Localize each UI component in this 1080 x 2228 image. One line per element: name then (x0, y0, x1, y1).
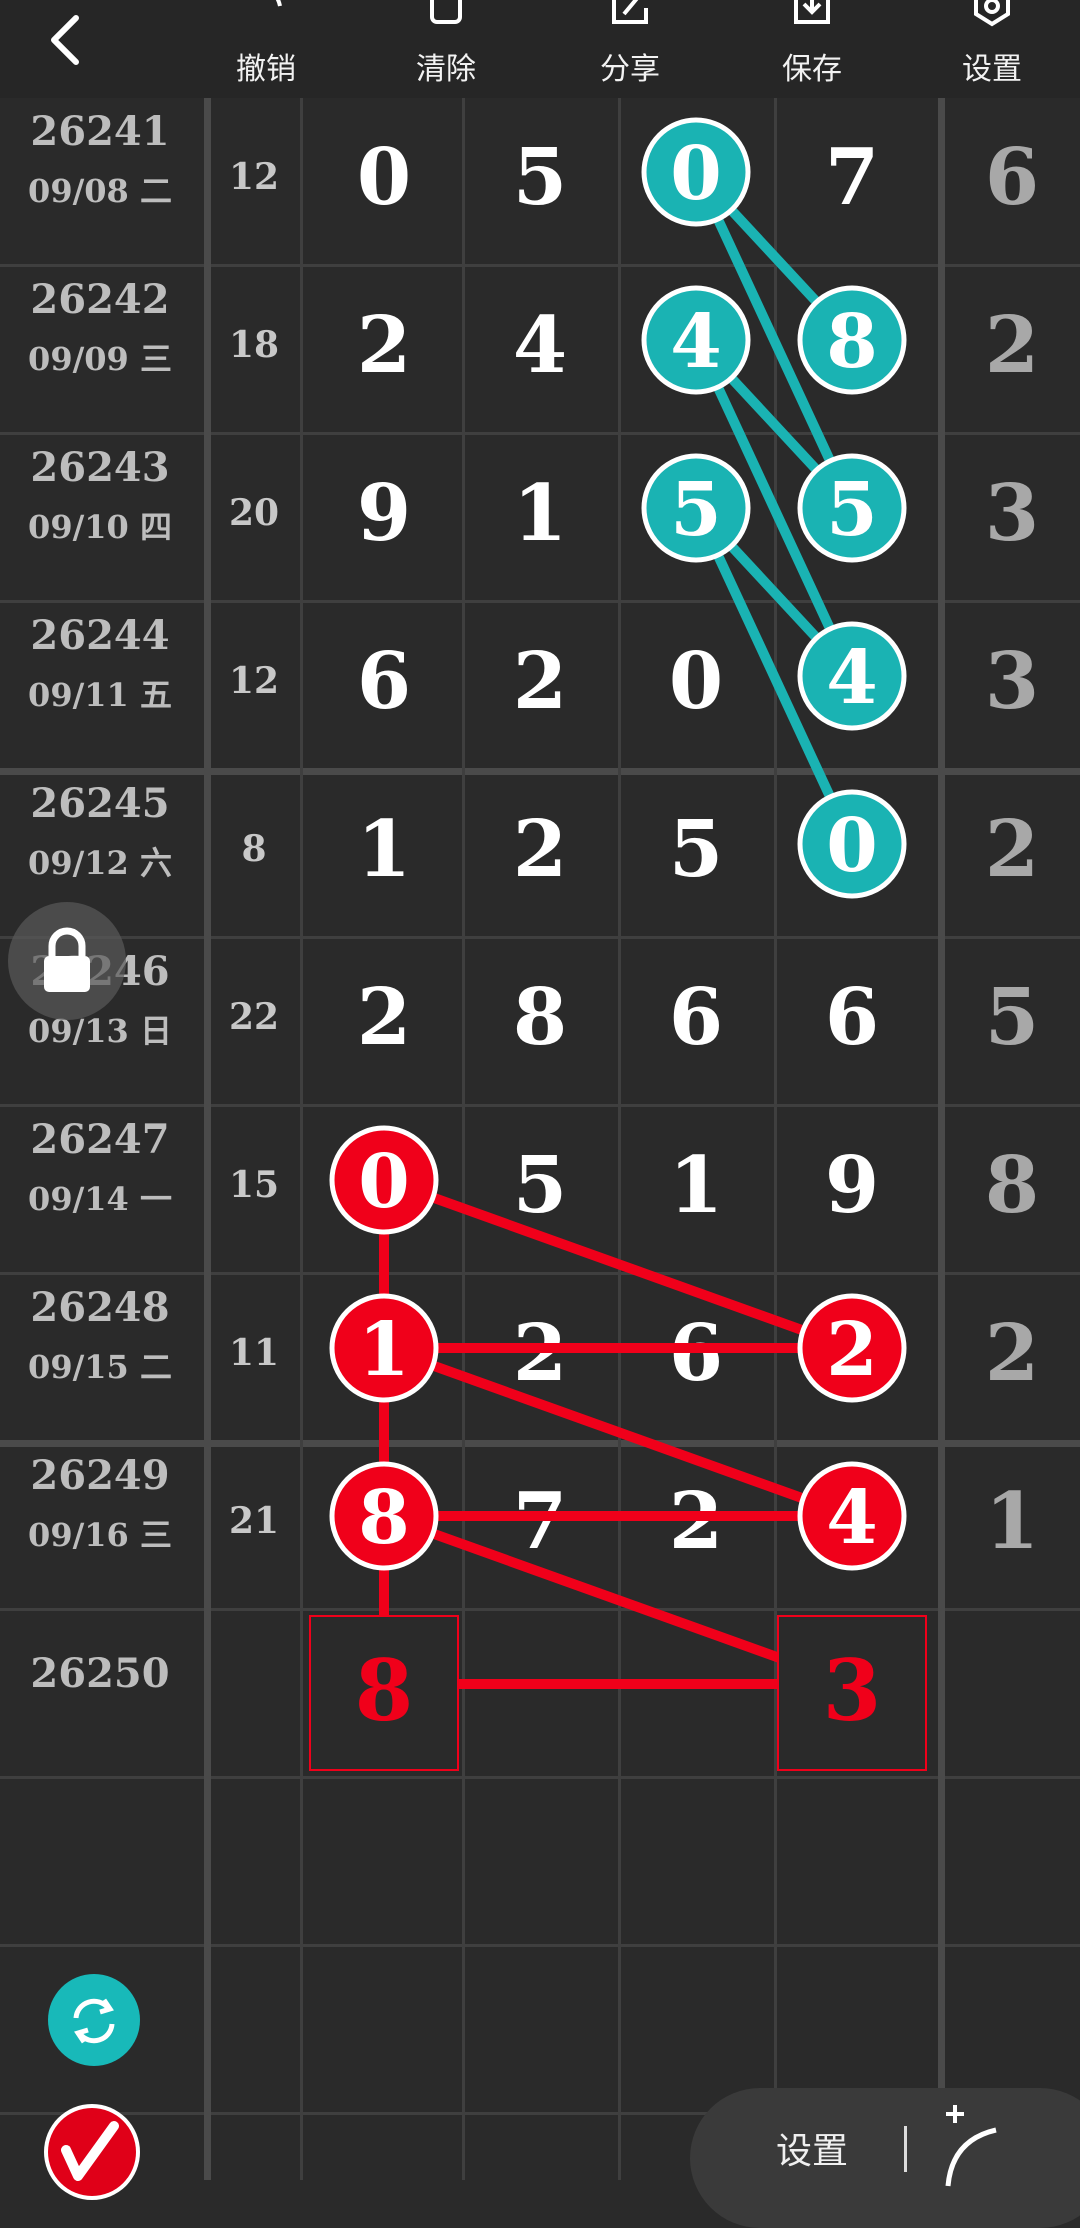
divider (904, 2126, 907, 2172)
share-icon (612, 0, 648, 24)
share-label: 分享 (600, 52, 660, 87)
clear-label: 清除 (416, 52, 476, 87)
marker-label: 4 (826, 1475, 878, 1561)
marked-digit[interactable]: 0 (641, 117, 751, 227)
lock-icon (44, 927, 90, 992)
marker-label: 2 (826, 1307, 878, 1393)
marked-digit[interactable]: 4 (641, 285, 751, 395)
marked-digit[interactable]: 4 (797, 621, 907, 731)
bottom-action-bar: 设置 (690, 2088, 1080, 2228)
marked-digit[interactable]: 1 (329, 1293, 439, 1403)
marked-digit[interactable]: 8 (797, 285, 907, 395)
refresh-icon (73, 1998, 115, 2044)
trend-line (382, 1343, 854, 1521)
marker-label: 4 (670, 299, 722, 385)
prediction-label: 3 (823, 1641, 881, 1740)
draw-curve-icon[interactable] (930, 2100, 1020, 2190)
marked-digit[interactable]: 0 (329, 1125, 439, 1235)
marker-label: 8 (826, 299, 878, 385)
marked-digit[interactable]: 2 (797, 1293, 907, 1403)
marked-digit[interactable]: 0 (797, 789, 907, 899)
settings-button[interactable]: 设置 (932, 0, 1052, 98)
marker-label: 0 (826, 803, 878, 889)
marker-label: 5 (670, 467, 722, 553)
marker-label: 1 (358, 1307, 410, 1393)
back-button[interactable] (40, 10, 100, 70)
predicted-digit[interactable]: 3 (777, 1615, 927, 1771)
app-logo-button[interactable] (44, 2104, 140, 2200)
marker-label: 8 (358, 1475, 410, 1561)
bottom-settings-button[interactable]: 设置 (776, 2122, 848, 2174)
chevron-left-icon (51, 15, 79, 65)
marker-label: 5 (826, 467, 878, 553)
trash-icon (430, 0, 462, 24)
marker-label: 4 (826, 635, 878, 721)
save-label: 保存 (782, 52, 842, 87)
refresh-button[interactable] (48, 1974, 140, 2066)
marked-digit[interactable]: 4 (797, 1461, 907, 1571)
download-icon (794, 0, 830, 24)
share-button[interactable]: 分享 (570, 0, 690, 98)
save-button[interactable]: 保存 (752, 0, 872, 98)
undo-label: 撤销 (236, 52, 296, 87)
top-toolbar: 撤销 清除 分享 保存 设置 (0, 0, 1080, 98)
marker-label: 0 (670, 131, 722, 217)
trend-overlay: 04 85 54001 28 48 3 (309, 117, 927, 1771)
clear-button[interactable]: 清除 (386, 0, 506, 98)
predicted-digit[interactable]: 8 (309, 1615, 459, 1771)
marker-label: 0 (358, 1139, 410, 1225)
trend-grid[interactable]: 2624109/08 二12050762624209/09 三182448226… (0, 98, 1080, 2180)
lock-button[interactable] (8, 902, 126, 1020)
undo-button[interactable]: 撤销 (206, 0, 326, 98)
gear-icon (974, 0, 1010, 27)
prediction-label: 8 (355, 1641, 413, 1740)
settings-label: 设置 (962, 52, 1022, 87)
marked-digit[interactable]: 5 (797, 453, 907, 563)
marked-digit[interactable]: 5 (641, 453, 751, 563)
undo-icon (275, 0, 282, 7)
marked-digit[interactable]: 8 (329, 1461, 439, 1571)
logo-icon (48, 2108, 136, 2196)
trend-line (382, 1175, 854, 1353)
